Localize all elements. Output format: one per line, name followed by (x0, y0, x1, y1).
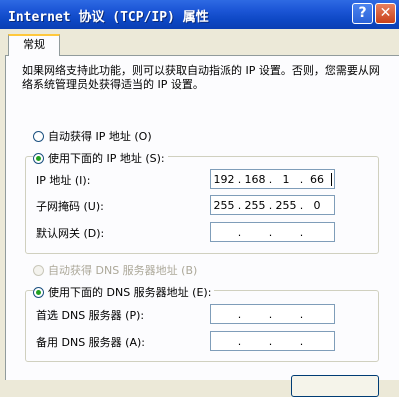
tab-general[interactable]: 常规 (8, 34, 60, 56)
alternate-dns-input[interactable]: . . . (210, 331, 335, 351)
preferred-dns-label: 首选 DNS 服务器 (P): (36, 309, 145, 322)
octet[interactable]: 66 (304, 173, 330, 186)
octet[interactable]: 255 (242, 199, 268, 212)
help-button[interactable]: ? (352, 3, 373, 24)
octet[interactable]: 255 (273, 199, 299, 212)
window-title: Internet 协议 (TCP/IP) 属性 (8, 10, 209, 25)
radio-auto-ip[interactable]: 自动获得 IP 地址 (O) (33, 128, 152, 144)
radio-auto-ip-circle[interactable] (33, 130, 44, 142)
octet[interactable]: 0 (304, 199, 330, 212)
radio-auto-dns-label: 自动获得 DNS 服务器地址 (B) (48, 264, 198, 277)
title-bar: Internet 协议 (TCP/IP) 属性 ? ✕ (0, 0, 399, 29)
dot: . (299, 225, 304, 239)
octet[interactable]: 192 (211, 173, 237, 186)
radio-manual-ip[interactable]: 使用下面的 IP 地址 (S): (33, 150, 168, 166)
subnet-mask-input[interactable]: 255. 255. 255. 0 (210, 195, 335, 215)
octet[interactable]: 168 (242, 173, 268, 186)
radio-manual-ip-circle[interactable] (33, 152, 44, 164)
subnet-mask-label: 子网掩码 (U): (36, 200, 104, 213)
ip-address-input[interactable]: 192. 168. 1. 66 (210, 169, 335, 189)
dns-groupbox (25, 290, 379, 362)
dot: . (268, 334, 273, 348)
ip-address-label: IP 地址 (I): (36, 174, 91, 187)
radio-auto-dns[interactable]: 自动获得 DNS 服务器地址 (B) (33, 262, 197, 278)
text-caret (331, 172, 332, 186)
advanced-button[interactable] (291, 375, 379, 397)
octet[interactable]: 255 (211, 199, 237, 212)
dot: . (299, 334, 304, 348)
radio-manual-dns-label: 使用下面的 DNS 服务器地址 (E): (48, 286, 212, 299)
octet[interactable]: 1 (273, 173, 299, 186)
description-text: 如果网络支持此功能，则可以获取自动指派的 IP 设置。否则，您需要从网络系统管理… (22, 64, 380, 91)
close-button[interactable]: ✕ (375, 3, 396, 24)
default-gateway-input[interactable]: . . . (210, 222, 335, 242)
dot: . (268, 307, 273, 321)
preferred-dns-input[interactable]: . . . (210, 304, 335, 324)
dot: . (237, 334, 242, 348)
radio-auto-dns-circle[interactable] (33, 264, 44, 276)
radio-manual-ip-label: 使用下面的 IP 地址 (S): (48, 152, 165, 165)
dot: . (237, 307, 242, 321)
alternate-dns-label: 备用 DNS 服务器 (A): (36, 336, 145, 349)
dot: . (237, 225, 242, 239)
radio-manual-dns-circle[interactable] (33, 286, 44, 298)
dot: . (299, 307, 304, 321)
radio-manual-dns[interactable]: 使用下面的 DNS 服务器地址 (E): (33, 284, 215, 300)
default-gateway-label: 默认网关 (D): (36, 227, 105, 240)
dot: . (268, 225, 273, 239)
radio-auto-ip-label: 自动获得 IP 地址 (O) (48, 130, 152, 143)
